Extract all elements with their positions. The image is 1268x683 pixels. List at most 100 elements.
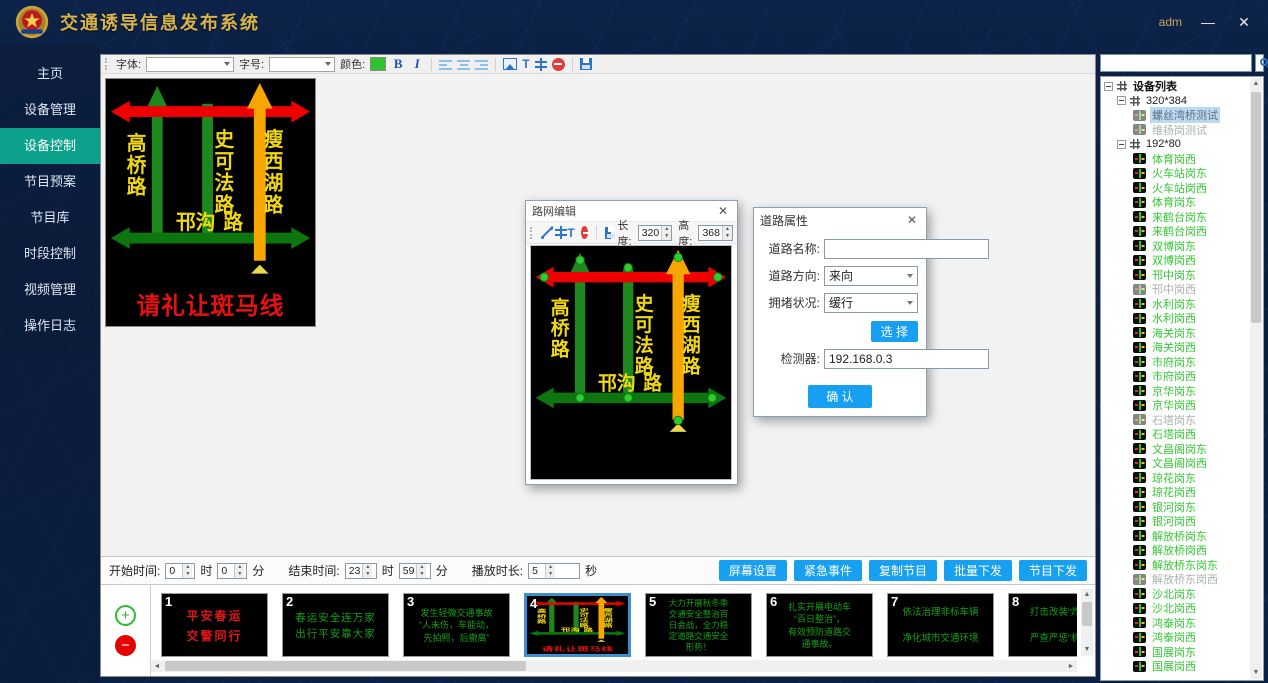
length-spinner[interactable]: 320▲▼ (638, 225, 673, 241)
tree-device-row[interactable]: 体育岗东 (1103, 195, 1249, 210)
start-minute-spinner[interactable]: 0▲▼ (217, 563, 247, 579)
select-button[interactable]: 选 择 (871, 321, 918, 342)
tree-root-label[interactable]: 设备列表 (1131, 79, 1179, 94)
scroll-left-icon[interactable]: ◄ (151, 663, 163, 670)
device-label[interactable]: 国展岗西 (1150, 658, 1198, 674)
spin-value[interactable]: 368 (699, 226, 722, 240)
congestion-select[interactable]: 缓行 (824, 293, 918, 313)
scrollbar-thumb[interactable] (1082, 602, 1092, 626)
tree-device-row[interactable]: 螺丝湾桥测试 (1103, 108, 1249, 123)
spin-down-icon[interactable]: ▼ (183, 571, 192, 578)
road-network-icon[interactable] (555, 226, 562, 239)
tree-device-row[interactable]: 市府岗西 (1103, 369, 1249, 384)
close-icon[interactable]: ✕ (1234, 14, 1254, 31)
draw-road-icon[interactable] (541, 226, 548, 239)
program-thumbnail-3[interactable]: 3发生轻微交通事故“人未伤，车能动，先拍照，后撤离” (403, 593, 510, 657)
road-name-input[interactable] (824, 239, 989, 259)
collapse-icon[interactable] (1117, 140, 1126, 149)
spin-value[interactable]: 23 (346, 564, 363, 578)
scroll-down-icon[interactable]: ▼ (1253, 667, 1260, 679)
collapse-icon[interactable] (1104, 82, 1113, 91)
sidebar-item-设备控制[interactable]: 设备控制 (0, 128, 100, 164)
tree-device-row[interactable]: 解放桥东岗东 (1103, 558, 1249, 573)
scroll-down-icon[interactable]: ▼ (1084, 644, 1091, 656)
program-thumbnail-4[interactable]: 4高桥路史可法路瘦西湖路邗沟路请礼让斑马线 (524, 593, 631, 657)
toolbar-grip[interactable] (105, 58, 109, 70)
spin-up-icon[interactable]: ▲ (235, 564, 244, 571)
tree-device-row[interactable]: 双博岗东 (1103, 239, 1249, 254)
spin-down-icon[interactable]: ▼ (546, 571, 555, 578)
spin-up-icon[interactable]: ▲ (183, 564, 192, 571)
spin-value[interactable]: 5 (529, 564, 545, 578)
scrollbar-thumb[interactable] (165, 661, 526, 671)
bold-icon[interactable]: B (391, 56, 405, 72)
italic-icon[interactable]: I (410, 56, 424, 72)
tree-device-row[interactable]: 文昌阁岗东 (1103, 442, 1249, 457)
tree-device-row[interactable]: 水利岗东 (1103, 297, 1249, 312)
tree-device-row[interactable]: 沙北岗西 (1103, 601, 1249, 616)
road-network-icon[interactable] (535, 58, 547, 71)
tree-device-row[interactable]: 来鹤台岗西 (1103, 224, 1249, 239)
spin-down-icon[interactable]: ▼ (363, 571, 372, 578)
sidebar-item-操作日志[interactable]: 操作日志 (0, 308, 100, 344)
schedule-button-批量下发[interactable]: 批量下发 (944, 560, 1012, 581)
end-minute-spinner[interactable]: 59▲▼ (399, 563, 431, 579)
tree-device-row[interactable]: 国展岗西 (1103, 659, 1249, 674)
tree-device-row[interactable]: 解放桥岗西 (1103, 543, 1249, 558)
search-button[interactable] (1255, 54, 1264, 72)
close-icon[interactable]: ✕ (715, 204, 731, 218)
toolbar-grip[interactable] (530, 227, 533, 239)
sidebar-item-视频管理[interactable]: 视频管理 (0, 272, 100, 308)
spin-down-icon[interactable]: ▼ (662, 233, 671, 240)
spin-down-icon[interactable]: ▼ (235, 571, 244, 578)
delete-icon[interactable] (552, 58, 565, 71)
tree-group-label[interactable]: 320*384 (1144, 95, 1189, 107)
spin-down-icon[interactable]: ▼ (417, 571, 426, 578)
end-hour-spinner[interactable]: 23▲▼ (345, 563, 377, 579)
tree-device-row[interactable]: 鸿泰岗西 (1103, 630, 1249, 645)
tree-device-row[interactable]: 解放桥岗东 (1103, 529, 1249, 544)
tree-device-row[interactable]: 沙北岗东 (1103, 587, 1249, 602)
minimize-icon[interactable]: — (1198, 14, 1218, 30)
tree-device-row[interactable]: 体育岗西 (1103, 152, 1249, 167)
font-select[interactable] (146, 57, 234, 72)
start-hour-spinner[interactable]: 0▲▼ (165, 563, 195, 579)
schedule-button-复制节目[interactable]: 复制节目 (869, 560, 937, 581)
scroll-up-icon[interactable]: ▲ (1084, 589, 1091, 601)
tree-device-row[interactable]: 银河岗东 (1103, 500, 1249, 515)
duration-spinner[interactable]: 5▲▼ (528, 563, 580, 579)
collapse-icon[interactable] (1117, 96, 1126, 105)
spin-value[interactable]: 59 (400, 564, 417, 578)
spin-up-icon[interactable]: ▲ (546, 564, 555, 571)
align-right-icon[interactable] (475, 59, 488, 70)
tree-device-row[interactable]: 琼花岗东 (1103, 471, 1249, 486)
tree-device-row[interactable]: 海关岗西 (1103, 340, 1249, 355)
tree-device-row[interactable]: 市府岗东 (1103, 355, 1249, 370)
tree-device-row[interactable]: 火车站岗东 (1103, 166, 1249, 181)
tree-device-row[interactable]: 火车站岗西 (1103, 181, 1249, 196)
size-select[interactable] (269, 57, 335, 72)
spin-value[interactable]: 320 (639, 226, 662, 240)
spin-up-icon[interactable]: ▲ (723, 226, 732, 233)
tree-device-row[interactable]: 邗中岗东 (1103, 268, 1249, 283)
tree-device-row[interactable]: 琼花岗西 (1103, 485, 1249, 500)
tree-group-label[interactable]: 192*80 (1144, 138, 1183, 150)
device-search-input[interactable] (1100, 54, 1252, 72)
scrollbar-thumb[interactable] (1251, 92, 1261, 323)
program-thumbnail-2[interactable]: 2春运安全连万家出行平安靠大家 (282, 593, 389, 657)
delete-icon[interactable] (581, 226, 588, 239)
tree-device-row[interactable]: 银河岗西 (1103, 514, 1249, 529)
align-left-icon[interactable] (439, 59, 452, 70)
detector-input[interactable] (824, 349, 989, 369)
program-thumbnail-8[interactable]: 8打击改装“炸街” 严查严惩“机车” (1008, 593, 1077, 657)
sidebar-item-节目库[interactable]: 节目库 (0, 200, 100, 236)
tree-device-row[interactable]: 国展岗东 (1103, 645, 1249, 660)
tree-device-row[interactable]: 水利岗西 (1103, 311, 1249, 326)
program-thumbnail-1[interactable]: 1平安春运交警同行 (161, 593, 268, 657)
schedule-button-紧急事件[interactable]: 紧急事件 (794, 560, 862, 581)
program-thumbnail-7[interactable]: 7依法治理非标车辆 净化城市交通环境 (887, 593, 994, 657)
align-center-icon[interactable] (457, 59, 470, 70)
roadnet-canvas[interactable]: 高桥路史可法路瘦西湖路邗沟路 (530, 245, 732, 480)
tree-device-row[interactable]: 邗中岗西 (1103, 282, 1249, 297)
road-props-titlebar[interactable]: 道路属性 ✕ (754, 208, 926, 232)
